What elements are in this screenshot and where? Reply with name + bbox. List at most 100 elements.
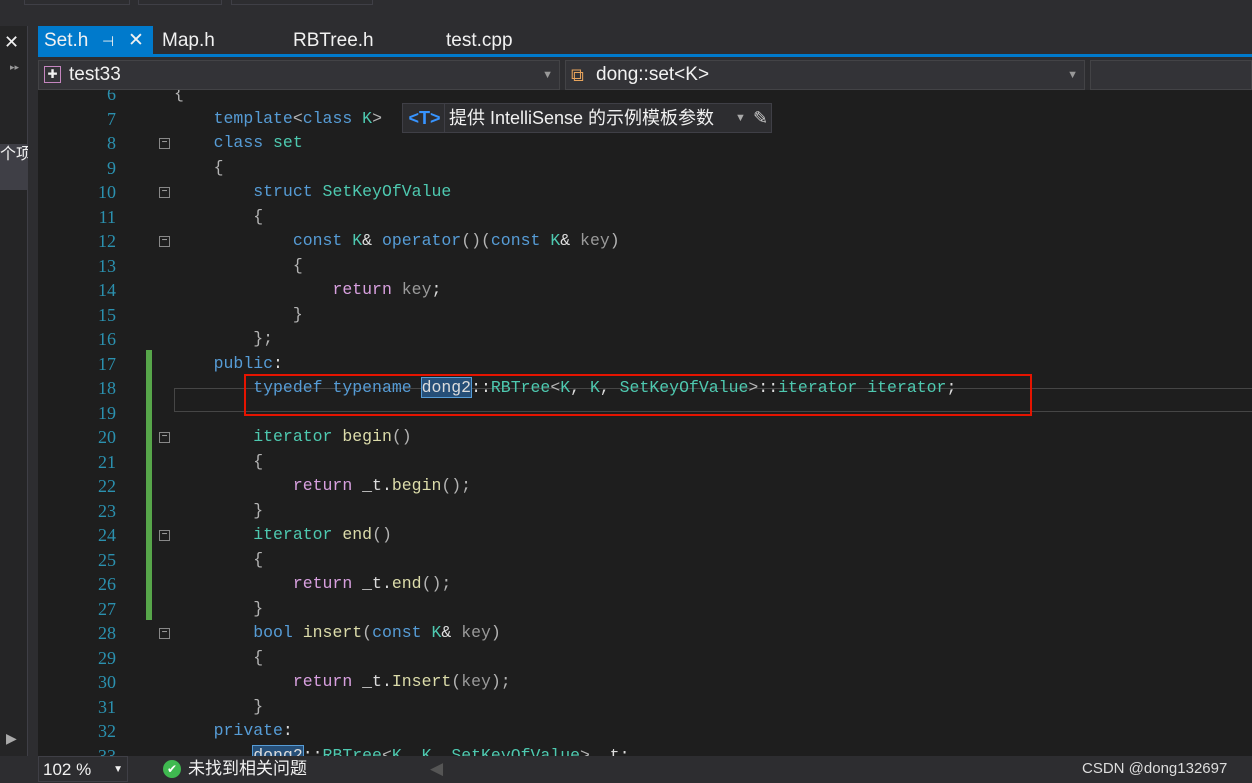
scope-dropdown[interactable]: ⧉ dong::set<K> ▼ xyxy=(565,60,1085,90)
code-line[interactable]: return _t.Insert(key); xyxy=(174,670,511,695)
line-number: 16 xyxy=(98,329,116,349)
code-line[interactable]: { xyxy=(174,205,263,230)
edit-icon[interactable]: ✎ xyxy=(753,104,768,132)
code-token: iterator xyxy=(253,525,333,544)
scroll-left-icon[interactable]: ◀ xyxy=(430,756,443,782)
code-line[interactable]: template<class K> xyxy=(174,107,382,132)
code-token: SetKeyOfValue xyxy=(322,182,452,201)
code-token: key xyxy=(401,280,432,299)
toolbar-box xyxy=(24,0,130,5)
code-token: :: xyxy=(302,745,323,757)
tab-rbtree-h[interactable]: RBTree.h xyxy=(287,26,374,54)
expand-icon[interactable]: ▶ xyxy=(6,730,17,747)
code-line[interactable]: class set xyxy=(174,131,303,156)
code-token: () xyxy=(391,427,412,446)
close-icon[interactable]: ✕ xyxy=(4,32,19,53)
fold-toggle[interactable]: − xyxy=(159,530,170,541)
code-token: private xyxy=(213,721,283,740)
fold-toggle[interactable]: − xyxy=(159,187,170,198)
code-line[interactable]: } xyxy=(174,695,263,720)
code-token: (); xyxy=(421,574,452,593)
code-editor[interactable]: 6 7 8 9 10 11 12 13 14 15 16 17 18 19 20 21 22 23 24 25 26 27… xyxy=(38,90,1252,756)
panel-label: 个项 xyxy=(0,144,28,190)
issues-status[interactable]: 未找到相关问题 xyxy=(188,756,307,782)
code-line[interactable]: return key; xyxy=(174,278,441,303)
fold-toggle[interactable]: − xyxy=(159,628,170,639)
template-badge: <T> xyxy=(405,104,445,132)
code-line[interactable]: private: xyxy=(174,719,293,744)
code-line[interactable]: { xyxy=(174,90,184,107)
code-token: : xyxy=(282,721,293,740)
code-token: : xyxy=(273,353,283,373)
code-line[interactable]: { xyxy=(174,450,263,475)
line-number: 30 xyxy=(98,672,116,692)
code-line[interactable]: } xyxy=(174,303,303,328)
document-tabs: Set.h ⊣ ✕ Map.h RBTree.h test.cpp xyxy=(38,26,1252,57)
code-token: } xyxy=(292,304,303,324)
code-token: return xyxy=(292,672,353,691)
code-token: , xyxy=(401,745,422,757)
code-line[interactable]: { xyxy=(174,548,263,573)
tab-test-cpp[interactable]: test.cpp xyxy=(440,26,513,54)
intellisense-template-bar[interactable]: <T> 提供 IntelliSense 的示例模板参数 ▼ ✎ xyxy=(402,103,772,133)
code-token: { xyxy=(174,90,184,103)
line-number: 6 xyxy=(107,90,116,104)
code-token: { xyxy=(253,451,264,471)
code-line[interactable]: { xyxy=(174,646,263,671)
code-line[interactable]: const K& operator()(const K& key) xyxy=(174,229,620,254)
member-dropdown[interactable] xyxy=(1090,60,1252,90)
code-token: operator xyxy=(381,231,462,250)
line-number: 24 xyxy=(98,525,116,545)
code-line[interactable]: return _t.end(); xyxy=(174,572,451,597)
annotation-highlight-box xyxy=(244,374,1032,416)
code-line[interactable]: { xyxy=(174,156,224,181)
line-number: 22 xyxy=(98,476,116,496)
code-token: key xyxy=(580,231,610,250)
chevron-down-icon[interactable]: ▼ xyxy=(735,104,746,132)
code-token: & xyxy=(441,623,462,642)
code-token: key xyxy=(461,623,491,642)
code-token: ; xyxy=(431,280,442,299)
code-line[interactable]: } xyxy=(174,499,263,524)
code-token: return xyxy=(332,280,392,299)
code-line[interactable]: return _t.begin(); xyxy=(174,474,471,499)
scope-name: dong::set<K> xyxy=(596,64,710,85)
line-number-gutter: 6 7 8 9 10 11 12 13 14 15 16 17 18 19 20 21 22 23 24 25 26 27… xyxy=(66,90,116,756)
fold-toggle[interactable]: − xyxy=(159,236,170,247)
pin-icon[interactable]: ⊣ xyxy=(102,26,114,56)
close-icon[interactable]: ✕ xyxy=(128,26,144,56)
project-dropdown[interactable]: ✚ test33 ▼ xyxy=(38,60,560,90)
code-line[interactable]: struct SetKeyOfValue xyxy=(174,180,451,205)
code-token: begin xyxy=(391,476,442,495)
code-line[interactable]: { xyxy=(174,254,303,279)
code-line[interactable]: }; xyxy=(174,327,273,352)
tab-set-h[interactable]: Set.h ⊣ ✕ xyxy=(38,26,153,54)
code-line[interactable]: iterator end() xyxy=(174,523,392,548)
line-number: 31 xyxy=(98,696,116,717)
code-token: ); xyxy=(490,672,511,691)
overflow-icon[interactable]: ▸▸ xyxy=(10,62,19,73)
code-line[interactable]: } xyxy=(174,597,263,622)
code-line[interactable]: iterator begin() xyxy=(174,425,412,450)
code-token: & xyxy=(560,231,581,250)
tab-map-h[interactable]: Map.h xyxy=(156,26,215,54)
fold-toggle[interactable]: − xyxy=(159,432,170,443)
code-line[interactable]: dong2::RBTree<K, K, SetKeyOfValue> _t; xyxy=(174,744,630,757)
line-number: 17 xyxy=(98,353,116,374)
code-line[interactable]: public: xyxy=(174,352,283,377)
zoom-dropdown[interactable]: 102 % ▼ xyxy=(38,756,128,782)
line-number: 33 xyxy=(98,745,116,757)
code-line[interactable]: bool insert(const K& key) xyxy=(174,621,501,646)
code-token: < xyxy=(292,108,303,128)
fold-toggle[interactable]: − xyxy=(159,138,170,149)
